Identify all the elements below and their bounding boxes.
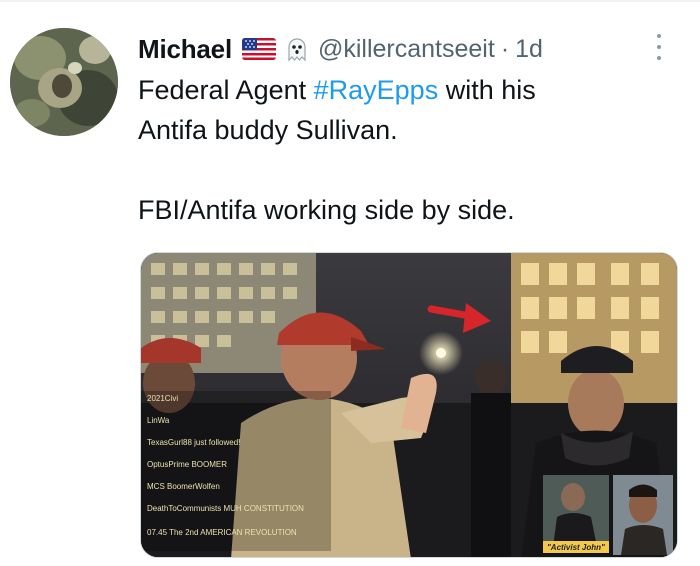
inset-photo-right <box>613 475 673 555</box>
chat-line: TexasGurl88 just followed! <box>147 438 240 447</box>
chat-line: MCS BoomerWolfen <box>147 482 220 491</box>
avatar[interactable] <box>10 28 118 136</box>
handle[interactable]: @killercantseeit <box>318 35 495 64</box>
tweet-text-line-3: FBI/Antifa working side by side. <box>138 195 515 225</box>
timestamp[interactable]: 1d <box>515 35 543 64</box>
chat-line: 2021Civi <box>147 394 178 403</box>
display-name[interactable]: Michael <box>138 34 232 65</box>
tweet-text-line-2: Antifa buddy Sullivan. <box>138 115 398 145</box>
chat-line: LinWa <box>147 416 170 425</box>
tweet[interactable]: Michael @killercantseeit · 1d Federal Ag… <box>0 0 700 566</box>
text-segment: Federal Agent <box>138 75 314 105</box>
chat-line: 07.45 The 2nd AMERICAN REVOLUTION <box>147 528 297 537</box>
chat-line: OptusPrime BOOMER <box>147 460 227 469</box>
tweet-text-line-1: Federal Agent #RayEpps with his <box>138 70 678 110</box>
media-image[interactable]: 2021Civi LinWa TexasGurl88 just followed… <box>140 252 678 558</box>
ghost-icon <box>284 36 310 62</box>
paragraph-break <box>138 150 678 190</box>
tweet-text: Federal Agent #RayEpps with his Antifa b… <box>138 70 678 230</box>
inset-photo-left <box>543 475 609 547</box>
more-options-icon[interactable] <box>652 34 666 60</box>
chat-overlay: 2021Civi LinWa TexasGurl88 just followed… <box>141 391 331 551</box>
separator-dot: · <box>500 34 510 63</box>
us-flag-icon <box>241 38 276 60</box>
tweet-header: Michael @killercantseeit · 1d <box>138 32 543 66</box>
inset-caption: "Activist John" <box>547 543 605 552</box>
chat-line: DeathToCommunists MUH CONSTITUTION <box>147 504 304 513</box>
text-segment: with his <box>438 75 536 105</box>
hashtag-link[interactable]: #RayEpps <box>314 75 439 105</box>
